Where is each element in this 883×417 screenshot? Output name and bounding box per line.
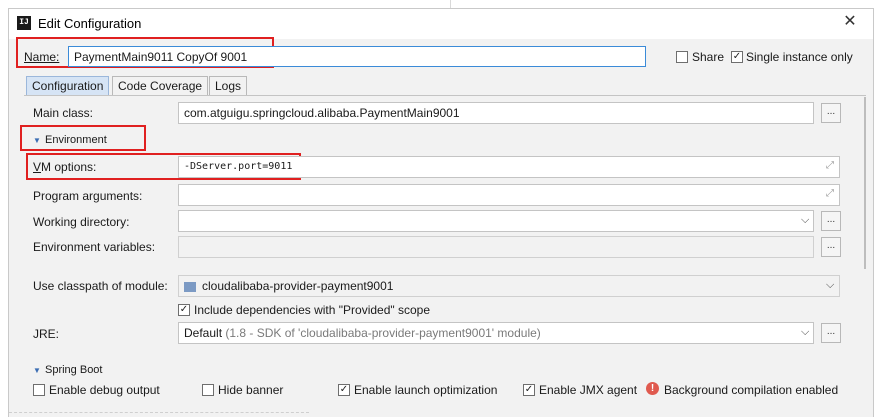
tab-logs[interactable]: Logs [209,76,248,96]
main-class-input[interactable]: com.atguigu.springcloud.alibaba.PaymentM… [178,102,814,124]
working-directory-browse-button[interactable]: ... [821,211,841,231]
triangle-down-icon[interactable]: ▼ [33,366,41,375]
tab-divider [24,95,866,96]
single-instance-label: Single instance only [746,50,853,64]
jre-select[interactable]: Default (1.8 - SDK of 'cloudalibaba-prov… [178,322,814,344]
main-class-label: Main class: [33,106,94,120]
working-directory-label: Working directory: [33,215,130,229]
include-dependencies-checkbox[interactable]: ✓ [178,304,190,316]
enable-launch-optimization-label: Enable launch optimization [354,383,498,397]
chevron-down-icon[interactable]: ⌵ [801,326,809,339]
window-title: Edit Configuration [38,16,142,31]
main-class-browse-button[interactable]: ... [821,103,841,123]
classpath-module-label: Use classpath of module: [33,279,168,293]
expand-field-icon[interactable]: ⤢ [826,188,834,199]
spring-boot-section-label[interactable]: Spring Boot [45,364,102,376]
tab-code-coverage[interactable]: Code Coverage [112,76,209,96]
jre-browse-button[interactable]: ... [821,323,841,343]
close-icon[interactable]: ✕ [840,12,860,32]
environment-section-label[interactable]: Environment [45,134,107,146]
single-instance-checkbox[interactable]: ✓ [731,51,743,63]
name-label: Name: [24,50,60,64]
vm-options-input[interactable]: -DServer.port=9011 [178,156,840,178]
chevron-down-icon[interactable]: ⌵ [826,279,834,292]
enable-jmx-agent-label: Enable JMX agent [539,383,638,397]
chevron-down-icon[interactable]: ⌵ [801,214,809,227]
module-icon [184,281,196,292]
tab-configuration[interactable]: Configuration [26,76,110,96]
cut-off-row [9,412,309,414]
program-arguments-input[interactable] [178,184,840,206]
share-checkbox[interactable] [676,51,688,63]
jre-label: JRE: [33,327,60,341]
hide-banner-checkbox[interactable] [202,384,214,396]
program-arguments-label: Program arguments: [33,189,143,203]
expand-field-icon[interactable]: ⤢ [826,160,834,171]
vm-options-label: VM options: [33,160,97,174]
environment-variables-browse-button[interactable]: ... [821,237,841,257]
enable-launch-optimization-checkbox[interactable]: ✓ [338,384,350,396]
working-directory-input[interactable] [178,210,814,232]
enable-jmx-agent-checkbox[interactable]: ✓ [523,384,535,396]
enable-debug-output-checkbox[interactable] [33,384,45,396]
include-dependencies-label: Include dependencies with "Provided" sco… [194,303,431,317]
classpath-module-select[interactable]: cloudalibaba-provider-payment9001 [178,275,840,297]
environment-variables-label: Environment variables: [33,240,156,254]
share-label: Share [692,50,725,64]
background-compilation-warning: Background compilation enabled [664,383,839,397]
triangle-down-icon[interactable]: ▼ [33,136,41,145]
enable-debug-output-label: Enable debug output [49,383,160,397]
environment-variables-input[interactable] [178,236,814,258]
intellij-app-icon: IJ [17,16,31,30]
background-line [450,0,451,8]
warning-icon: ! [646,382,659,395]
hide-banner-label: Hide banner [218,383,284,397]
scrollbar[interactable] [864,97,866,269]
name-input[interactable]: PaymentMain9011 CopyOf 9001 [68,46,646,67]
